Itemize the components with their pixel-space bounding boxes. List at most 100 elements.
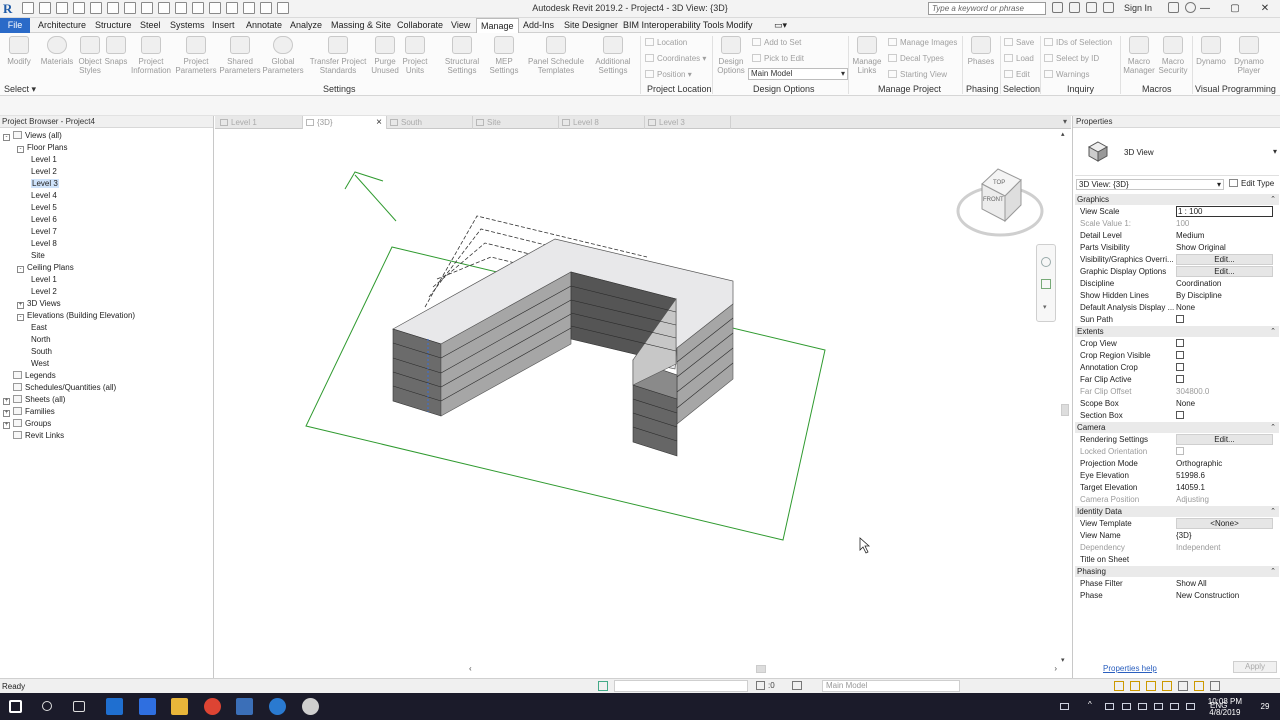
additional-settings-button[interactable]: Additional Settings [590, 36, 636, 75]
scroll-thumb[interactable] [1061, 404, 1069, 416]
vertical-scrollbar[interactable]: ▴ ▾ [1060, 130, 1070, 664]
subscription-icon[interactable] [1069, 2, 1080, 13]
dynamo-player-button[interactable]: Dynamo Player [1230, 36, 1268, 75]
collapse-icon[interactable]: ⌃ [1270, 506, 1276, 517]
section-icon[interactable] [209, 2, 221, 14]
expand-icon[interactable]: + [17, 302, 24, 309]
collapse-icon[interactable]: ⌃ [1270, 422, 1276, 433]
collapse-icon[interactable]: ⌃ [1270, 194, 1276, 205]
browser-node[interactable]: Level 1 [31, 274, 57, 286]
collapse-icon[interactable]: - [17, 266, 24, 273]
app-icon[interactable] [302, 698, 319, 715]
revit-logo-icon[interactable]: R [3, 1, 17, 16]
windows-start-icon[interactable] [9, 700, 22, 713]
dropbox-icon[interactable] [1122, 703, 1131, 710]
macro-manager-button[interactable]: Macro Manager [1122, 36, 1156, 75]
collapse-icon[interactable]: ⌃ [1270, 566, 1276, 577]
tab-add-ins[interactable]: Add-Ins [519, 18, 558, 33]
tab-modify[interactable]: Modify [722, 18, 757, 33]
skype-icon[interactable] [269, 698, 286, 715]
close-hidden-windows-icon[interactable] [243, 2, 255, 14]
search-icon[interactable] [42, 701, 52, 711]
measure-icon[interactable] [124, 2, 136, 14]
steering-wheel-icon[interactable] [1041, 257, 1051, 267]
property-checkbox-cell[interactable] [1176, 362, 1273, 374]
worksets-icon[interactable] [598, 681, 608, 691]
decal-types-button[interactable]: Decal Types [888, 54, 944, 63]
view-tab-active[interactable]: {3D} × [303, 116, 387, 129]
manage-links-button[interactable]: Manage Links [850, 36, 884, 75]
background-process-icon[interactable] [1194, 681, 1204, 691]
property-checkbox-cell[interactable] [1176, 314, 1273, 326]
property-group-header[interactable]: Graphics ⌃ [1075, 194, 1279, 205]
chevron-down-icon[interactable]: ▾ [1043, 303, 1047, 311]
property-checkbox-cell[interactable] [1176, 338, 1273, 350]
expand-icon[interactable]: + [3, 410, 10, 417]
browser-node[interactable]: Level 6 [31, 214, 57, 226]
revit-taskbar-icon[interactable] [236, 698, 253, 715]
checkbox[interactable] [1176, 351, 1184, 359]
user-icon[interactable] [1103, 2, 1114, 13]
dimension-icon[interactable] [141, 2, 153, 14]
view-tab[interactable]: Level 8 [559, 116, 645, 129]
tab-architecture[interactable]: Architecture [34, 18, 90, 33]
clock[interactable]: 10:08 PM 4/8/2019 [1208, 696, 1242, 718]
tab-collaborate[interactable]: Collaborate [393, 18, 447, 33]
tab-steel[interactable]: Steel [136, 18, 165, 33]
browser-node[interactable]: East [31, 322, 47, 334]
property-checkbox-cell[interactable] [1176, 410, 1273, 422]
switch-windows-icon[interactable] [260, 2, 272, 14]
tab-site-designer[interactable]: Site Designer [560, 18, 622, 33]
browser-node[interactable]: - Views (all) [3, 130, 62, 142]
checkbox[interactable] [1176, 411, 1184, 419]
select-dropdown[interactable]: Select ▾ [4, 84, 36, 95]
view-tab[interactable]: Site [473, 116, 559, 129]
tag-icon[interactable] [158, 2, 170, 14]
open-icon[interactable] [22, 2, 34, 14]
browser-node[interactable]: Site [31, 250, 45, 262]
expand-icon[interactable]: + [3, 422, 10, 429]
browser-node[interactable]: + Groups [3, 418, 51, 430]
property-checkbox-cell[interactable] [1176, 350, 1273, 362]
print-icon[interactable] [107, 2, 119, 14]
property-value[interactable]: 51998.6 [1176, 470, 1273, 482]
tab-systems[interactable]: Systems [166, 18, 209, 33]
outlook-icon[interactable] [106, 698, 123, 715]
location-button[interactable]: Location [645, 38, 687, 47]
apply-button[interactable]: Apply [1233, 661, 1277, 673]
object-styles-button[interactable]: Object Styles [76, 36, 104, 75]
browser-node[interactable]: Level 5 [31, 202, 57, 214]
tab-manage[interactable]: Manage [476, 18, 519, 33]
property-value[interactable]: New Construction [1176, 590, 1273, 602]
browser-node[interactable]: Schedules/Quantities (all) [3, 382, 116, 394]
browser-node[interactable]: Level 8 [31, 238, 57, 250]
project-parameters-button[interactable]: Project Parameters [174, 36, 218, 75]
filter-icon[interactable] [756, 681, 765, 690]
shared-parameters-button[interactable]: Shared Parameters [218, 36, 262, 75]
tab-file[interactable]: File [0, 18, 30, 33]
property-edit-button[interactable]: Edit... [1176, 266, 1273, 277]
coordinates-button[interactable]: Coordinates ▾ [645, 54, 706, 63]
property-edit-button[interactable]: Edit... [1176, 434, 1273, 445]
property-group-header[interactable]: Camera ⌃ [1075, 422, 1279, 433]
browser-node[interactable]: - Elevations (Building Elevation) [17, 310, 135, 322]
collapse-icon[interactable]: ⌃ [1270, 326, 1276, 337]
property-edit-button[interactable]: Edit... [1176, 254, 1273, 265]
chevron-down-icon[interactable]: ▾ [1273, 147, 1277, 156]
browser-node[interactable]: South [31, 346, 52, 358]
starting-view-button[interactable]: Starting View [888, 70, 947, 79]
chevron-up-icon[interactable]: ^ [1088, 700, 1097, 709]
properties-help-link[interactable]: Properties help [1103, 664, 1157, 673]
wifi-icon[interactable] [1170, 703, 1179, 710]
property-value[interactable]: By Discipline [1176, 290, 1273, 302]
customize-qat-icon[interactable] [277, 2, 289, 14]
purge-unused-button[interactable]: Purge Unused [370, 36, 400, 75]
select-by-face-icon[interactable] [1162, 681, 1172, 691]
people-icon[interactable] [1060, 703, 1069, 710]
phases-button[interactable]: Phases [964, 36, 998, 66]
materials-button[interactable]: Materials [40, 36, 74, 66]
checkbox[interactable] [1176, 339, 1184, 347]
panel-schedule-templates-button[interactable]: Panel Schedule Templates [526, 36, 586, 75]
project-information-button[interactable]: Project Information [128, 36, 174, 75]
todo-icon[interactable] [139, 698, 156, 715]
